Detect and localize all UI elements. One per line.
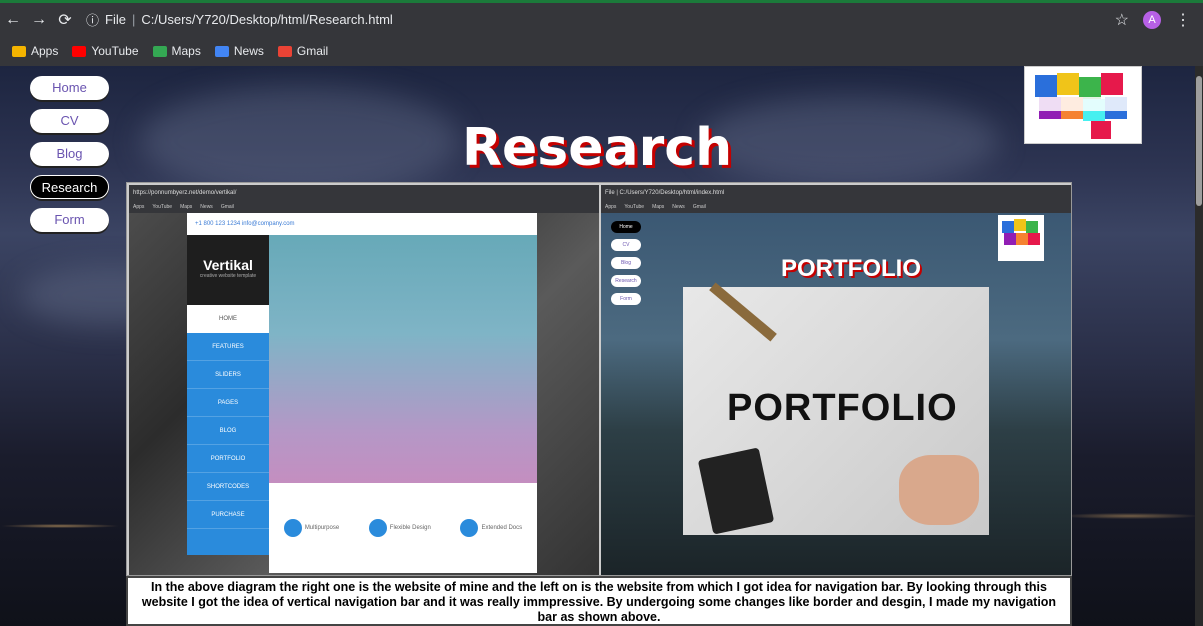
vnav-item: FEATURES xyxy=(187,333,269,361)
mini-bookmarks-bar: Apps YouTube Maps News Gmail xyxy=(601,201,1071,213)
feature-item: Extended Docs xyxy=(460,519,522,537)
info-icon[interactable]: ⓘ xyxy=(86,10,99,29)
comparison-screenshot: https://ponnumbyerz.net/demo/vertikal/ A… xyxy=(126,182,1072,576)
feature-item: Multipurpose xyxy=(283,519,339,537)
reference-contact: +1 800 123 1234 info@company.com xyxy=(195,221,295,227)
brand-sub: creative website template xyxy=(199,273,257,279)
reference-hero-image xyxy=(269,235,537,483)
brand-block: Vertikal creative website template xyxy=(187,235,269,305)
page-scrollbar[interactable] xyxy=(1195,66,1203,626)
back-icon[interactable]: ← xyxy=(0,11,26,29)
forward-icon[interactable]: → xyxy=(26,11,52,29)
vnav-item: BLOG xyxy=(187,417,269,445)
address-bar[interactable]: ⓘ File | C:/Users/Y720/Desktop/html/Rese… xyxy=(86,10,393,29)
portfolio-photo: PORTFOLIO xyxy=(683,282,989,535)
monitor-icon xyxy=(368,519,387,537)
description-caption: In the above diagram the right one is th… xyxy=(126,576,1072,626)
nav-home-button[interactable]: Home xyxy=(30,76,109,100)
mini-url: https://ponnumbyerz.net/demo/vertikal/ xyxy=(133,190,237,196)
my-website-screenshot: File | C:/Users/Y720/Desktop/html/index.… xyxy=(601,185,1071,575)
mini-url: File | C:/Users/Y720/Desktop/html/index.… xyxy=(605,190,725,196)
mini-nav-item: Research xyxy=(611,275,641,287)
puzzle-logo-icon xyxy=(1035,73,1131,139)
vnav-item: SHORTCODES xyxy=(187,473,269,501)
vnav-item: PAGES xyxy=(187,389,269,417)
mini-portfolio-logo xyxy=(998,215,1044,261)
vertical-nav: Vertikal creative website template HOME … xyxy=(187,235,269,555)
menu-icon[interactable]: ⋮ xyxy=(1175,10,1191,30)
bookmarks-bar: Apps YouTube Maps News Gmail xyxy=(0,36,1203,66)
my-site-body: Home CV Blog Research Form PORTFOLIO POR… xyxy=(601,213,1071,575)
side-nav: Home CV Blog Research Form xyxy=(30,76,109,241)
nav-research-button[interactable]: Research xyxy=(30,175,109,199)
cloud-decoration xyxy=(140,86,460,196)
mini-bookmarks-bar: Apps YouTube Maps News Gmail xyxy=(129,201,599,213)
puzzle-logo-icon xyxy=(1002,219,1040,245)
pencil-decoration xyxy=(709,282,777,342)
reference-features: Multipurpose Flexible Design Extended Do… xyxy=(269,483,537,573)
hand-decoration xyxy=(899,455,979,525)
reference-site-body: +1 800 123 1234 info@company.com Vertika… xyxy=(129,213,599,575)
portfolio-logo xyxy=(1024,66,1142,144)
bookmark-youtube[interactable]: YouTube xyxy=(72,44,139,58)
apps-icon xyxy=(12,45,26,57)
gmail-icon xyxy=(277,45,292,57)
bookmark-news[interactable]: News xyxy=(214,44,264,58)
maps-icon xyxy=(152,45,167,57)
nav-blog-button[interactable]: Blog xyxy=(30,142,109,166)
scrollbar-thumb[interactable] xyxy=(1196,76,1202,206)
cloud-decoration xyxy=(700,96,1000,186)
feature-item: Flexible Design xyxy=(368,519,431,537)
page-title: Research xyxy=(462,118,733,178)
vnav-item: PORTFOLIO xyxy=(187,445,269,473)
bookmark-star-icon[interactable]: ☆ xyxy=(1115,10,1129,30)
reference-topbar: +1 800 123 1234 info@company.com xyxy=(187,213,537,235)
photo-portfolio-text: PORTFOLIO xyxy=(727,387,958,429)
url-prefix: File xyxy=(105,12,126,27)
gear-icon xyxy=(283,519,302,537)
bookmark-apps[interactable]: Apps xyxy=(12,44,58,58)
mini-portfolio-title: PORTFOLIO xyxy=(781,255,921,282)
vnav-item: HOME xyxy=(187,305,269,333)
brand-name: Vertikal xyxy=(203,257,253,273)
nav-cv-button[interactable]: CV xyxy=(30,109,109,133)
mini-nav-item: Home xyxy=(611,221,641,233)
mini-nav: Home CV Blog Research Form xyxy=(611,221,641,311)
browser-toolbar: ← → ⟳ ⓘ File | C:/Users/Y720/Desktop/htm… xyxy=(0,0,1203,36)
mini-nav-item: CV xyxy=(611,239,641,251)
url-separator: | xyxy=(131,12,136,27)
notebook-decoration xyxy=(697,447,775,535)
bookmark-gmail[interactable]: Gmail xyxy=(277,44,328,58)
avatar[interactable]: A xyxy=(1143,10,1161,29)
youtube-icon xyxy=(72,45,87,57)
reference-website-screenshot: https://ponnumbyerz.net/demo/vertikal/ A… xyxy=(129,185,599,575)
reload-icon[interactable]: ⟳ xyxy=(52,10,78,30)
bookmark-maps[interactable]: Maps xyxy=(152,44,201,58)
mini-nav-item: Form xyxy=(611,293,641,305)
document-icon xyxy=(460,519,479,537)
vnav-item: PURCHASE xyxy=(187,501,269,529)
news-icon xyxy=(214,45,229,57)
mini-nav-item: Blog xyxy=(611,257,641,269)
mini-browser-toolbar: File | C:/Users/Y720/Desktop/html/index.… xyxy=(601,185,1071,201)
mini-browser-toolbar: https://ponnumbyerz.net/demo/vertikal/ xyxy=(129,185,599,201)
page-background: Home CV Blog Research Form Research http… xyxy=(0,66,1203,626)
vnav-item: SLIDERS xyxy=(187,361,269,389)
url-text: C:/Users/Y720/Desktop/html/Research.html xyxy=(141,12,393,27)
nav-form-button[interactable]: Form xyxy=(30,208,109,232)
